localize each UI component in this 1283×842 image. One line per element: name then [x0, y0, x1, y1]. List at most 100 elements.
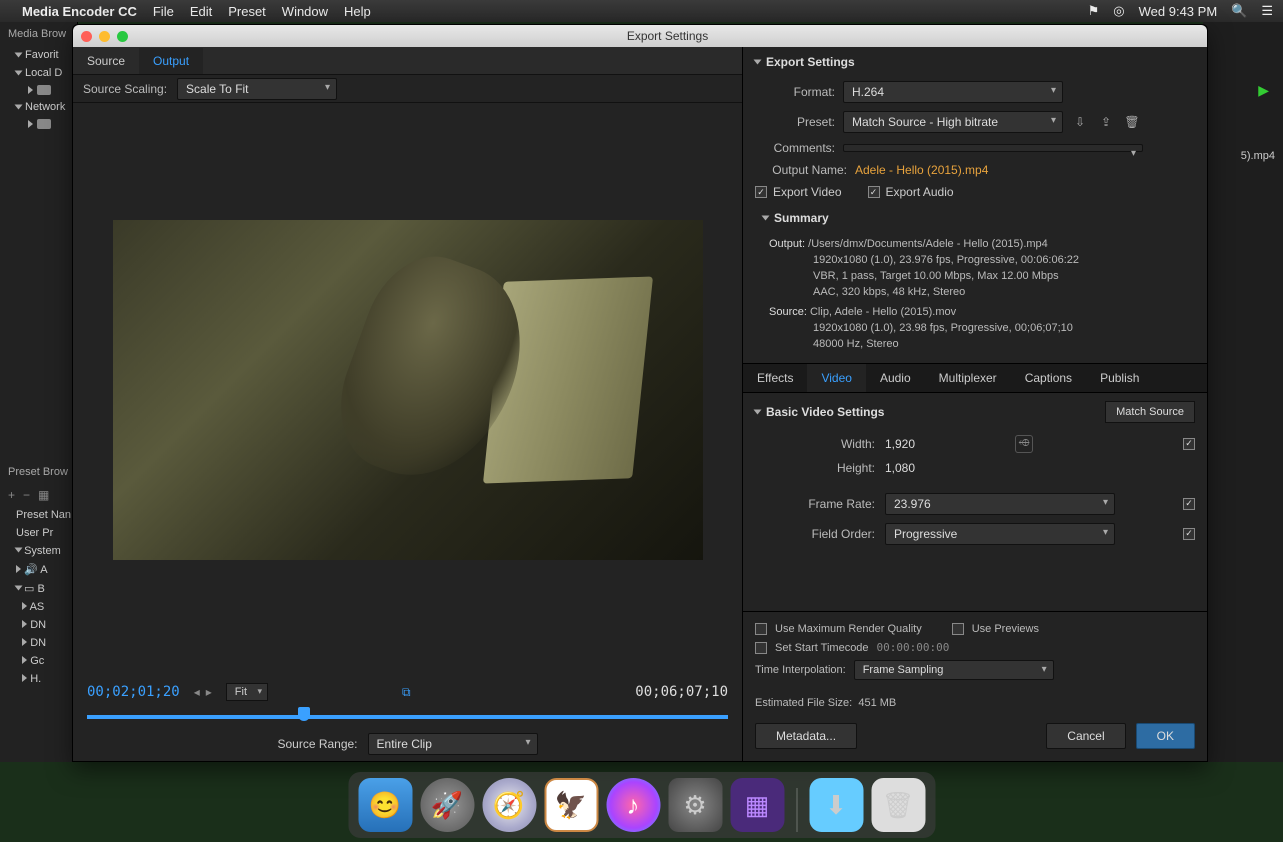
format-dropdown[interactable]: H.264 [843, 81, 1063, 103]
width-match-checkbox[interactable] [1183, 438, 1195, 450]
tree-favorites[interactable]: Favorit [0, 46, 77, 64]
tab-effects[interactable]: Effects [743, 364, 807, 392]
dock-itunes-icon[interactable]: ♪ [606, 778, 660, 832]
dock-finder-icon[interactable]: 😊 [358, 778, 412, 832]
start-queue-icon[interactable]: ▶ [1258, 82, 1269, 99]
dock-launchpad-icon[interactable]: 🚀 [420, 778, 474, 832]
disclosure-icon[interactable] [762, 216, 770, 221]
dock-mail-icon[interactable]: 🦅 [544, 778, 598, 832]
tree-local-drives[interactable]: Local D [0, 64, 77, 82]
preset-item[interactable]: AS [0, 598, 78, 616]
export-video-label: Export Video [773, 185, 842, 199]
export-video-checkbox[interactable] [755, 186, 767, 198]
tab-captions[interactable]: Captions [1011, 364, 1086, 392]
video-preview[interactable] [113, 220, 703, 560]
tab-video[interactable]: Video [807, 364, 865, 392]
ok-button[interactable]: OK [1136, 723, 1195, 749]
preset-item[interactable]: DN [0, 634, 78, 652]
width-value[interactable]: 1,920 [885, 437, 965, 451]
metadata-button[interactable]: Metadata... [755, 723, 857, 749]
import-preset-icon[interactable]: ⇪ [1097, 113, 1115, 131]
dialog-titlebar: Export Settings [73, 25, 1207, 47]
spotlight-icon[interactable]: 🔍 [1231, 3, 1247, 19]
source-range-dropdown[interactable]: Entire Clip [368, 733, 538, 755]
time-interp-dropdown[interactable]: Frame Sampling [854, 660, 1054, 680]
summary-text: Output: /Users/dmx/Documents/Adele - Hel… [743, 233, 1207, 363]
output-name-link[interactable]: Adele - Hello (2015).mp4 [855, 163, 988, 177]
dock-safari-icon[interactable]: 🧭 [482, 778, 536, 832]
menu-list-icon[interactable]: ☰ [1261, 3, 1273, 19]
tree-network[interactable]: Network [0, 98, 77, 116]
menu-edit[interactable]: Edit [190, 4, 212, 19]
disclosure-icon[interactable] [754, 60, 762, 65]
basic-video-header: Basic Video Settings [766, 405, 884, 419]
delete-preset-icon[interactable]: 🗑 [1123, 113, 1141, 131]
tab-publish[interactable]: Publish [1086, 364, 1153, 392]
export-settings-dialog: Export Settings Source Output Source Sca… [72, 24, 1208, 762]
menu-window[interactable]: Window [282, 4, 328, 19]
export-audio-checkbox[interactable] [868, 186, 880, 198]
preset-user[interactable]: User Pr [0, 524, 78, 542]
start-tc-value[interactable]: 00:00:00:00 [877, 641, 950, 654]
tab-source[interactable]: Source [73, 48, 139, 74]
preset-browser-panel: Preset Brow + − ▦ Preset Nan User Pr Sys… [0, 460, 78, 688]
notification-icon[interactable]: ⚑ [1088, 3, 1100, 19]
crop-icon[interactable]: ⧉ [402, 685, 411, 700]
fieldorder-dropdown[interactable]: Progressive [885, 523, 1115, 545]
cancel-button[interactable]: Cancel [1046, 723, 1125, 749]
close-window-icon[interactable] [81, 31, 92, 42]
dock-downloads-icon[interactable]: ⬇ [809, 778, 863, 832]
summary-header: Summary [774, 211, 829, 225]
disclosure-icon[interactable] [754, 409, 762, 414]
preview-pane: Source Output Source Scaling: Scale To F… [73, 47, 743, 761]
tab-multiplexer[interactable]: Multiplexer [925, 364, 1011, 392]
add-preset-icon[interactable]: + [8, 488, 15, 502]
dock-trash-icon[interactable]: 🗑 [871, 778, 925, 832]
minimize-window-icon[interactable] [99, 31, 110, 42]
preset-item[interactable]: Gc [0, 652, 78, 670]
source-scaling-label: Source Scaling: [83, 82, 167, 96]
preset-item[interactable]: DN [0, 616, 78, 634]
fieldorder-label: Field Order: [755, 527, 875, 541]
export-audio-label: Export Audio [886, 185, 954, 199]
preset-system[interactable]: System [0, 542, 78, 560]
preset-item[interactable]: H. [0, 670, 78, 688]
height-value[interactable]: 1,080 [885, 461, 965, 475]
preset-item[interactable]: ▭ B [0, 579, 78, 598]
menu-preset[interactable]: Preset [228, 4, 266, 19]
fieldorder-match-checkbox[interactable] [1183, 528, 1195, 540]
remove-preset-icon[interactable]: − [23, 488, 30, 502]
max-render-quality-checkbox[interactable] [755, 623, 767, 635]
dock-media-encoder-icon[interactable]: ▦ [730, 778, 784, 832]
current-timecode[interactable]: 00;02;01;20 [87, 684, 180, 700]
zoom-dropdown[interactable]: Fit [226, 683, 268, 701]
queue-item-label: 5).mp4 [1241, 150, 1275, 162]
tab-audio[interactable]: Audio [866, 364, 925, 392]
save-preset-icon[interactable]: ⇩ [1071, 113, 1089, 131]
step-back-icon[interactable]: ◂ [194, 685, 200, 699]
step-fwd-icon[interactable]: ▸ [206, 685, 212, 699]
preset-item[interactable]: 🔊 A [0, 560, 78, 579]
menu-help[interactable]: Help [344, 4, 371, 19]
comments-input[interactable] [843, 144, 1143, 152]
set-start-tc-checkbox[interactable] [755, 642, 767, 654]
source-scaling-dropdown[interactable]: Scale To Fit [177, 78, 337, 100]
tree-drive[interactable] [0, 82, 77, 98]
use-previews-checkbox[interactable] [952, 623, 964, 635]
framerate-match-checkbox[interactable] [1183, 498, 1195, 510]
drive-icon [37, 85, 51, 95]
playhead[interactable] [298, 707, 310, 721]
tab-output[interactable]: Output [139, 48, 203, 74]
preset-dropdown[interactable]: Match Source - High bitrate [843, 111, 1063, 133]
link-dimensions-icon[interactable]: ⬲ [1015, 435, 1033, 453]
menu-file[interactable]: File [153, 4, 174, 19]
framerate-dropdown[interactable]: 23.976 [885, 493, 1115, 515]
dock-sysprefs-icon[interactable]: ⚙ [668, 778, 722, 832]
cc-icon[interactable]: ◎ [1113, 3, 1124, 19]
match-source-button[interactable]: Match Source [1105, 401, 1195, 423]
timeline[interactable] [73, 707, 742, 727]
zoom-window-icon[interactable] [117, 31, 128, 42]
tree-net-drive[interactable] [0, 116, 77, 132]
preset-options-icon[interactable]: ▦ [38, 488, 49, 502]
settings-tabs: Effects Video Audio Multiplexer Captions… [743, 363, 1207, 393]
